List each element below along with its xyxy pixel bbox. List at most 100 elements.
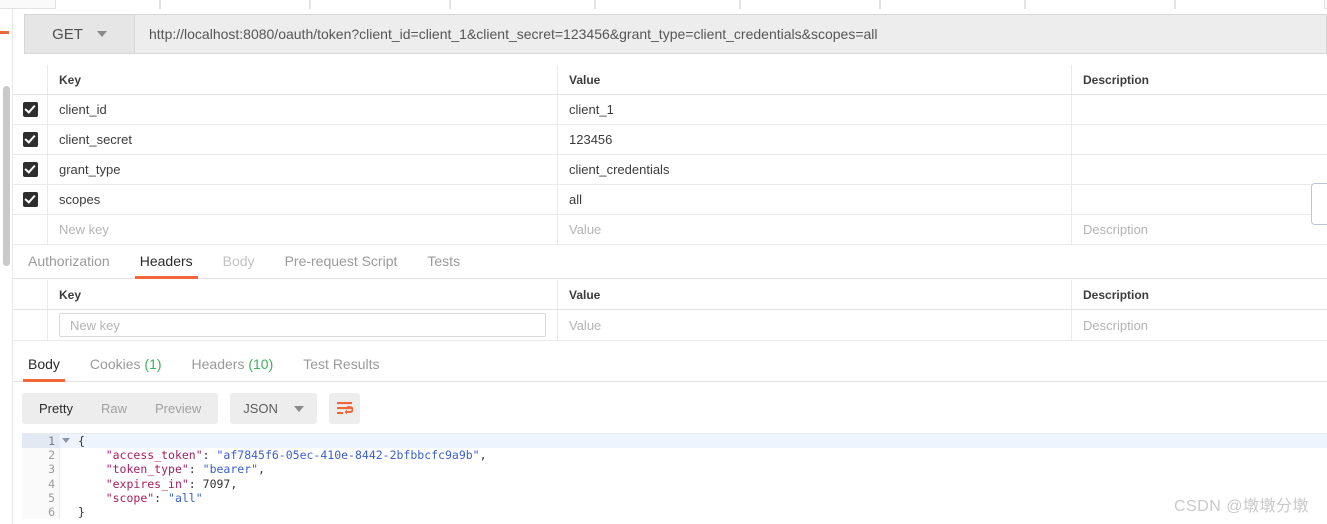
param-description[interactable] [1072,155,1327,184]
url-input[interactable]: http://localhost:8080/oauth/token?client… [134,14,1327,54]
view-mode-group: Pretty Raw Preview [22,393,219,424]
table-row: client_id client_1 [13,95,1327,125]
scope-value: "all" [168,490,203,505]
code-line-text: "expires_in": 7097, [105,476,238,491]
headers-table-header: Key Value Description [13,280,1327,310]
code-line-text: "token_type": "bearer", [105,462,265,477]
response-format-label: JSON [243,401,278,416]
code-line: 3 "token_type": "bearer", [22,462,1327,477]
code-line: 4 "expires_in": 7097, [22,476,1327,491]
param-checkbox[interactable] [22,102,38,117]
tab-body[interactable]: Body [208,245,270,278]
view-mode-raw[interactable]: Raw [87,396,141,421]
tab-label: Pre-request Script [284,253,398,269]
col-header-key: Key [59,287,82,302]
param-value[interactable]: client_credentials [558,155,1071,184]
response-tab-headers[interactable]: Headers (10) [177,348,289,381]
chevron-down-icon [96,31,107,37]
word-wrap-icon [336,402,353,415]
new-header-value-input[interactable]: Value [558,310,1071,340]
table-row: scopes all [13,185,1327,215]
select-all-cell [13,65,48,94]
tab-tests[interactable]: Tests [412,245,475,278]
bulk-edit-popover[interactable] [1311,183,1327,225]
access-token-value: "af7845f6-05ec-410e-8442-2bfbbcfc9a9b" [216,448,480,463]
tab-headers[interactable]: Headers [125,245,208,279]
url-text: http://localhost:8080/oauth/token?client… [149,26,878,42]
line-number: 1 [22,434,70,449]
new-param-description-input[interactable]: Description [1072,215,1327,244]
code-line: 2 "access_token": "af7845f6-05ec-410e-84… [22,448,1327,463]
line-number: 2 [22,448,60,463]
headers-new-row: New key Value Description [13,310,1327,341]
cookies-count-badge: (1) [144,356,162,372]
vertical-scrollbar[interactable] [3,86,10,266]
expires-in-value: 7097 [202,476,231,491]
tab-label: Test Results [303,356,380,372]
http-method-dropdown[interactable]: GET [24,14,134,54]
param-key[interactable]: grant_type [48,155,557,184]
tab-label: Authorization [28,253,110,269]
param-key[interactable]: client_secret [48,125,557,154]
new-header-description-input[interactable]: Description [1072,310,1327,340]
new-param-value-input[interactable]: Value [558,215,1071,244]
http-method-label: GET [52,25,83,43]
tab-label: Body [28,356,60,372]
request-tabs: Authorization Headers Body Pre-request S… [13,245,1327,279]
param-value[interactable]: 123456 [558,125,1071,154]
col-header-description: Description [1083,72,1150,87]
code-line: 1 { [22,434,1327,449]
param-description[interactable] [1072,95,1327,124]
code-line-text: "scope": "all" [105,490,203,505]
code-fold-icon[interactable] [62,438,70,443]
code-line: 6 } [22,504,1327,520]
line-number: 6 [22,504,60,520]
view-mode-preview[interactable]: Preview [141,396,215,421]
tab-label: Body [222,253,255,269]
tab-label: Headers [139,253,193,269]
new-header-key-input[interactable]: New key [59,313,546,337]
new-param-key-input[interactable]: New key [48,215,557,244]
query-params-table: Key Value Description client_id client_1… [13,65,1327,245]
param-description[interactable] [1072,125,1327,154]
param-checkbox[interactable] [22,192,38,207]
request-headers-table: Key Value Description New key Value Desc… [13,280,1327,341]
line-number: 3 [22,462,60,477]
line-number: 5 [22,490,60,505]
param-value[interactable]: all [558,185,1071,214]
col-header-key: Key [59,72,82,87]
code-line-text: "access_token": "af7845f6-05ec-410e-8442… [105,448,487,463]
response-format-dropdown[interactable]: JSON [230,393,317,424]
tab-pre-request-script[interactable]: Pre-request Script [270,245,413,278]
col-header-description: Description [1083,287,1150,302]
tab-bar-bottom-edge [0,0,1327,9]
line-number: 4 [22,476,60,491]
token-type-value: "bearer" [202,462,259,477]
view-mode-pretty[interactable]: Pretty [25,396,87,421]
response-tab-cookies[interactable]: Cookies (1) [75,348,177,381]
params-table-header: Key Value Description [13,65,1327,95]
col-header-value: Value [569,72,601,87]
table-row: grant_type client_credentials [13,155,1327,185]
code-line-text: } [78,505,85,520]
response-tab-body[interactable]: Body [13,348,75,382]
param-key[interactable]: client_id [48,95,557,124]
param-checkbox[interactable] [22,132,38,147]
response-tabs: Body Cookies (1) Headers (10) Test Resul… [13,348,1327,382]
response-tab-test-results[interactable]: Test Results [288,348,394,381]
response-body-viewer[interactable]: 1 { 2 "access_token": "af7845f6-05ec-410… [22,433,1327,524]
headers-count-badge: (10) [248,356,274,372]
request-url-bar: GET http://localhost:8080/oauth/token?cl… [24,14,1327,54]
param-value[interactable]: client_1 [558,95,1071,124]
code-line: 5 "scope": "all" [22,490,1327,505]
params-new-row: New key Value Description [13,215,1327,245]
active-tab-indicator [0,31,9,34]
param-key[interactable]: scopes [48,185,557,214]
param-description[interactable] [1072,185,1327,214]
param-checkbox[interactable] [22,162,38,177]
tab-authorization[interactable]: Authorization [13,245,125,278]
tab-label: Headers [191,356,245,372]
response-toolbar: Pretty Raw Preview JSON [22,393,360,424]
word-wrap-toggle[interactable] [328,393,360,424]
col-header-value: Value [569,287,601,302]
